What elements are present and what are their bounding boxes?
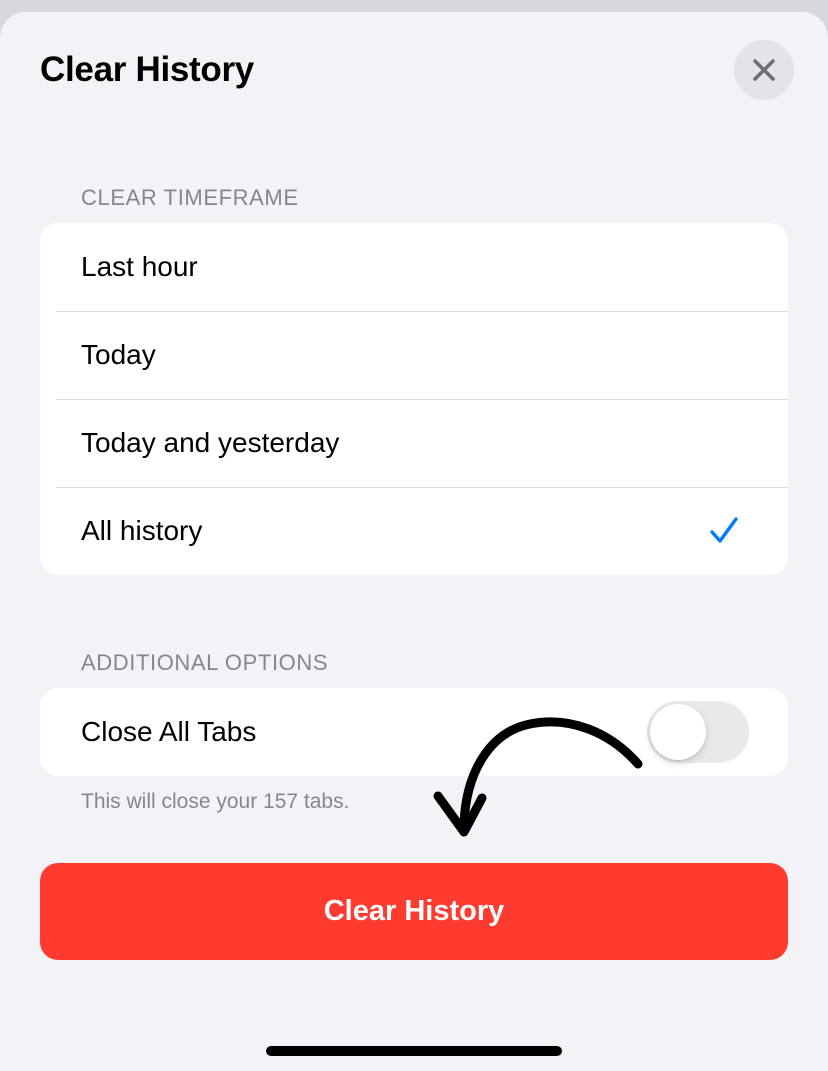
clear-history-button[interactable]: Clear History xyxy=(40,863,788,960)
timeframe-option-label: Today and yesterday xyxy=(81,427,340,458)
toggle-knob xyxy=(650,704,706,760)
timeframe-option-label: All history xyxy=(81,515,203,546)
close-all-tabs-label: Close All Tabs xyxy=(81,716,257,747)
home-indicator xyxy=(266,1046,562,1056)
close-tabs-footnote: This will close your 157 tabs. xyxy=(81,790,350,813)
close-button[interactable] xyxy=(734,40,794,100)
checkmark-icon xyxy=(710,517,738,543)
timeframe-option-today-and-yesterday[interactable]: Today and yesterday xyxy=(40,399,788,487)
additional-options-section-header: ADDITIONAL OPTIONS xyxy=(81,650,329,675)
timeframe-option-label: Today xyxy=(81,339,156,370)
clear-history-sheet: Clear History CLEAR TIMEFRAME Last hour … xyxy=(0,12,828,1071)
additional-options-group: Close All Tabs xyxy=(40,688,788,776)
timeframe-option-last-hour[interactable]: Last hour xyxy=(40,223,788,311)
timeframe-option-all-history[interactable]: All history xyxy=(40,487,788,575)
close-icon xyxy=(753,59,775,81)
page-title: Clear History xyxy=(40,50,254,89)
close-all-tabs-row: Close All Tabs xyxy=(40,688,788,776)
timeframe-section-header: CLEAR TIMEFRAME xyxy=(81,185,299,210)
close-all-tabs-toggle[interactable] xyxy=(647,701,749,763)
timeframe-option-label: Last hour xyxy=(81,251,198,282)
timeframe-options-group: Last hour Today Today and yesterday All … xyxy=(40,223,788,575)
timeframe-option-today[interactable]: Today xyxy=(40,311,788,399)
